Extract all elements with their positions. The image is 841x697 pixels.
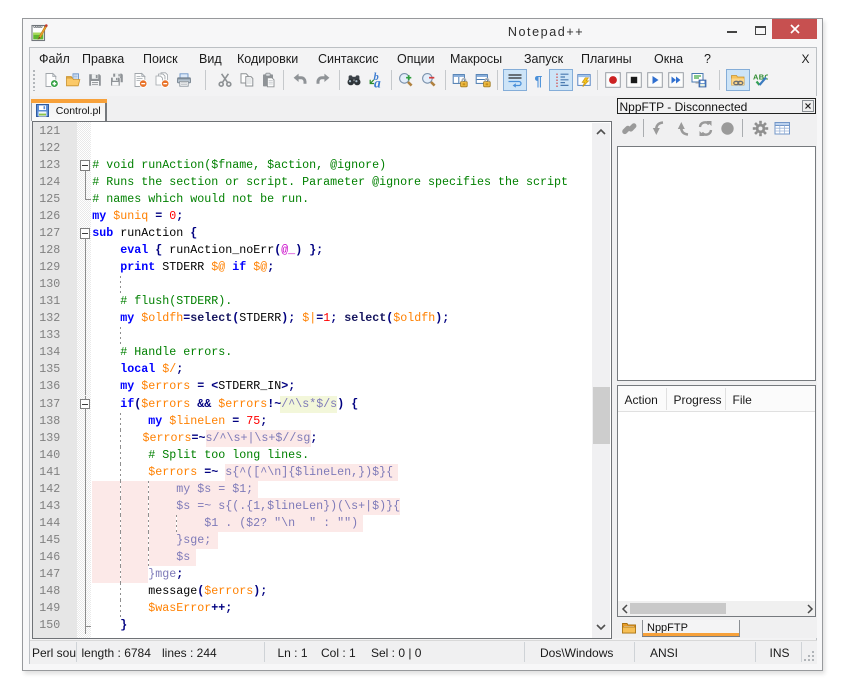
svg-text:¶: ¶ xyxy=(535,73,543,89)
svg-text:ABC: ABC xyxy=(753,73,768,82)
svg-text:a: a xyxy=(374,76,381,89)
